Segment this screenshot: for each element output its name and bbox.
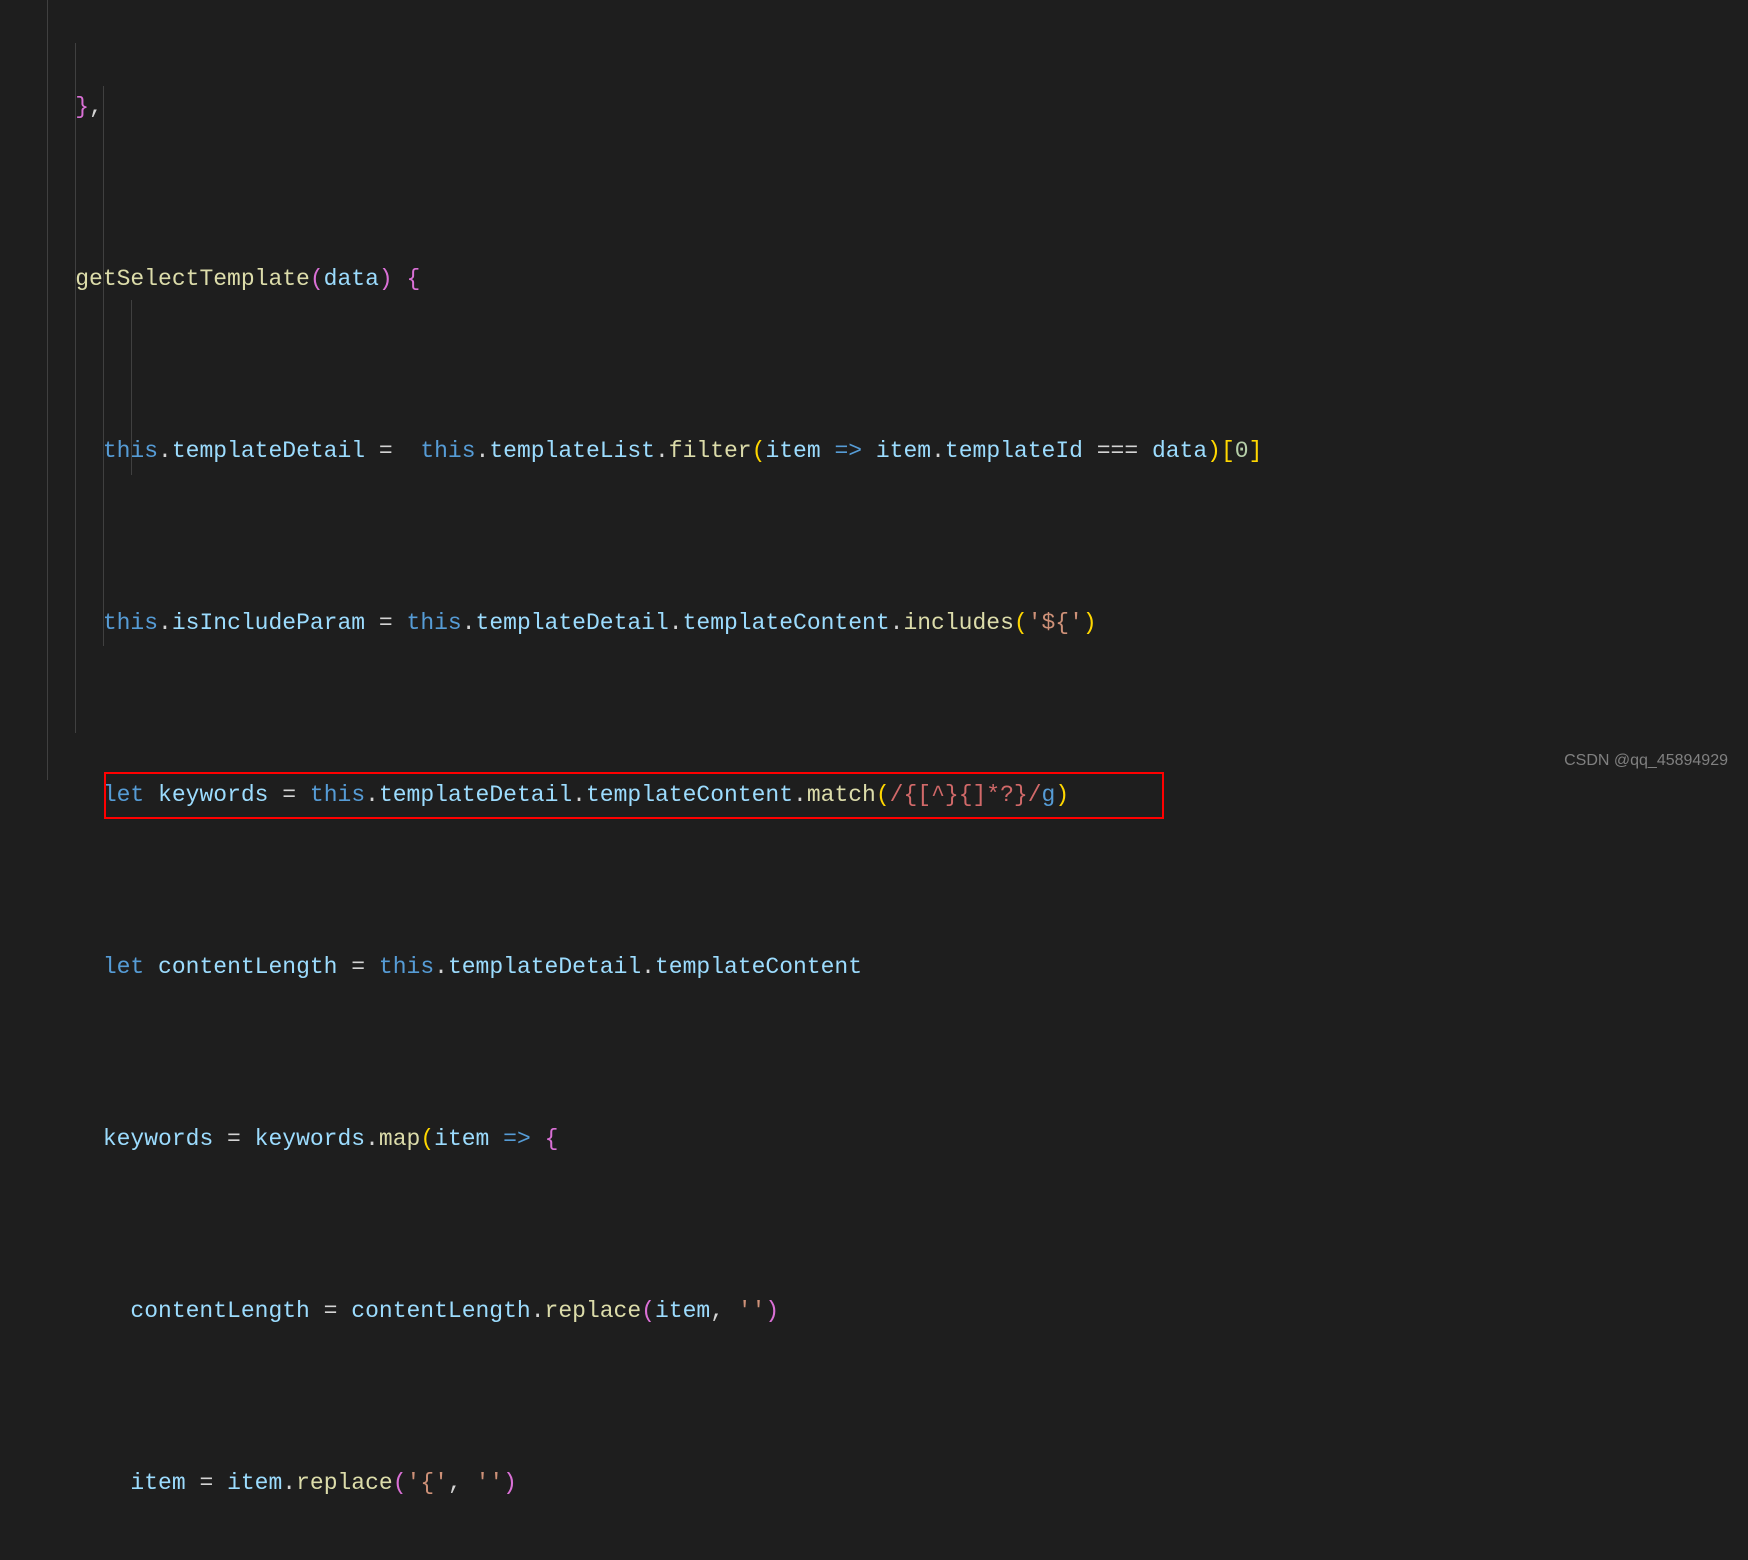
code-line: getSelectTemplate(data) { xyxy=(20,258,1748,301)
code-line: this.isIncludeParam = this.templateDetai… xyxy=(20,602,1748,645)
indent-guide xyxy=(47,0,48,780)
code-editor[interactable]: }, getSelectTemplate(data) { this.templa… xyxy=(0,0,1748,1560)
function-name: getSelectTemplate xyxy=(75,266,310,292)
code-line: }, xyxy=(20,86,1748,129)
code-line: keywords = keywords.map(item => { xyxy=(20,1118,1748,1161)
code-line: let contentLength = this.templateDetail.… xyxy=(20,946,1748,989)
indent-guide xyxy=(75,43,76,733)
indent-guide xyxy=(131,300,132,475)
indent-guide xyxy=(103,86,104,646)
watermark: CSDN @qq_45894929 xyxy=(1564,752,1728,770)
code-line: contentLength = contentLength.replace(it… xyxy=(20,1290,1748,1333)
code-line: this.templateDetail = this.templateList.… xyxy=(20,430,1748,473)
code-line: item = item.replace('{', '') xyxy=(20,1462,1748,1505)
code-line-highlighted: let keywords = this.templateDetail.templ… xyxy=(20,774,1748,817)
